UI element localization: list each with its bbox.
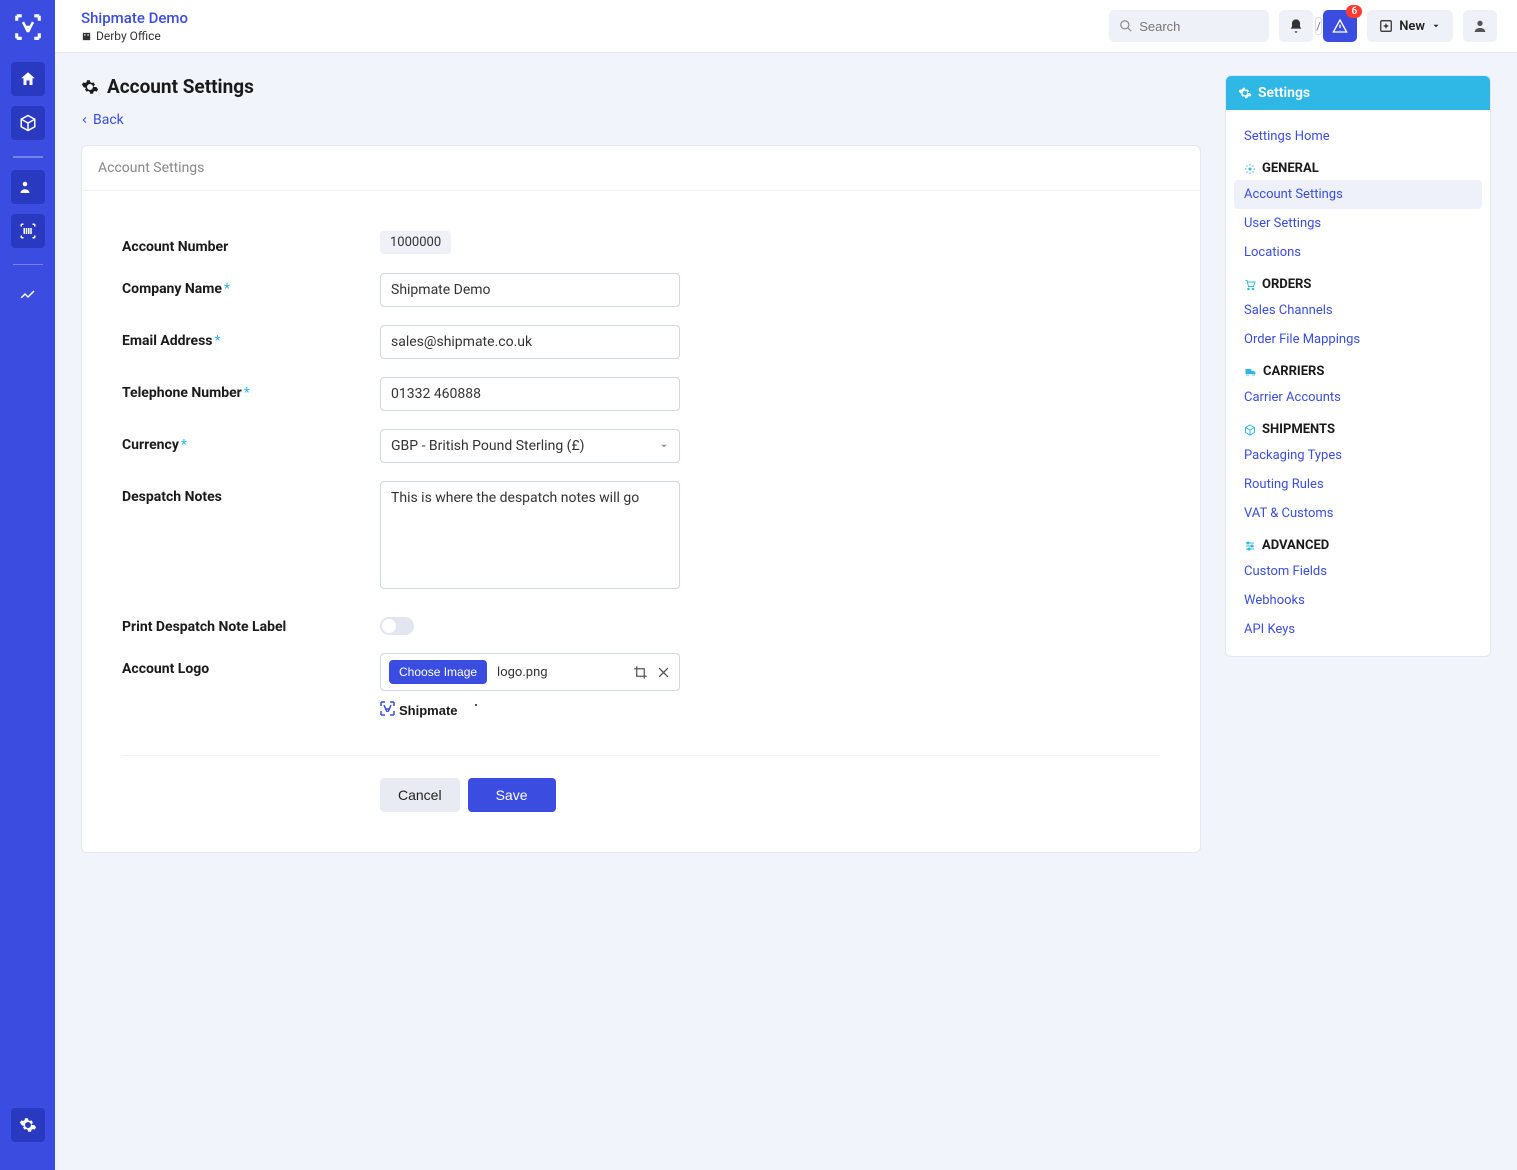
currency-select[interactable]: GBP - British Pound Sterling (£) <box>380 429 680 463</box>
sidebar-item-packages[interactable] <box>11 106 45 140</box>
sidebar-item-home[interactable] <box>11 62 45 96</box>
brand-title[interactable]: Shipmate Demo <box>81 9 1109 27</box>
panel-section-advanced: ADVANCED <box>1234 528 1482 557</box>
sliders-icon <box>1244 540 1256 552</box>
bell-icon <box>1288 18 1304 34</box>
logo-preview: Shipmate <box>380 701 680 725</box>
search-input-wrapper[interactable]: / <box>1109 10 1269 42</box>
label-logo: Account Logo <box>122 653 380 677</box>
panel-link-custom-fields[interactable]: Custom Fields <box>1234 557 1482 586</box>
panel-link-home[interactable]: Settings Home <box>1234 122 1482 151</box>
plus-icon <box>1379 19 1393 33</box>
label-company: Company Name* <box>122 273 380 297</box>
print-toggle[interactable] <box>380 617 414 635</box>
settings-card: Account Settings Account Number 1000000 … <box>81 145 1201 853</box>
barcode-icon <box>19 222 37 240</box>
panel-link-vat-customs[interactable]: VAT & Customs <box>1234 499 1482 528</box>
account-number-value: 1000000 <box>380 231 451 254</box>
label-despatch: Despatch Notes <box>122 481 380 505</box>
save-button[interactable]: Save <box>468 778 556 812</box>
users-icon <box>19 178 37 196</box>
panel-section-carriers: CARRIERS <box>1234 354 1482 383</box>
despatch-notes-input[interactable]: This is where the despatch notes will go <box>380 481 680 589</box>
back-link[interactable]: Back <box>81 112 124 128</box>
choose-image-button[interactable]: Choose Image <box>389 660 487 684</box>
form-divider <box>122 755 1160 756</box>
gear-icon <box>1244 163 1256 175</box>
card-header: Account Settings <box>82 146 1200 191</box>
panel-link-packaging-types[interactable]: Packaging Types <box>1234 441 1482 470</box>
chevron-down-icon <box>659 441 669 451</box>
panel-link-routing-rules[interactable]: Routing Rules <box>1234 470 1482 499</box>
alerts-button[interactable]: 6 <box>1323 10 1357 42</box>
sidebar-item-settings[interactable] <box>11 1108 45 1142</box>
company-name-input[interactable] <box>380 273 680 307</box>
box-icon <box>1244 424 1256 436</box>
package-icon <box>19 114 37 132</box>
truck-icon <box>1244 366 1257 378</box>
building-icon <box>81 31 92 42</box>
sidebar-divider-2 <box>13 264 43 266</box>
panel-link-order-file-mappings[interactable]: Order File Mappings <box>1234 325 1482 354</box>
chevron-left-icon <box>81 115 89 125</box>
panel-link-api-keys[interactable]: API Keys <box>1234 615 1482 644</box>
warning-icon <box>1332 18 1348 34</box>
sidebar-divider <box>13 156 43 158</box>
phone-input[interactable] <box>380 377 680 411</box>
new-button[interactable]: New <box>1367 10 1453 42</box>
panel-link-sales-channels[interactable]: Sales Channels <box>1234 296 1482 325</box>
sidebar <box>0 0 55 1170</box>
gear-icon <box>1238 86 1252 100</box>
panel-link-locations[interactable]: Locations <box>1234 238 1482 267</box>
file-name: logo.png <box>497 665 623 680</box>
label-account-number: Account Number <box>122 231 380 255</box>
panel-section-general: GENERAL <box>1234 151 1482 180</box>
panel-link-carrier-accounts[interactable]: Carrier Accounts <box>1234 383 1482 412</box>
profile-button[interactable] <box>1463 10 1497 42</box>
app-logo <box>13 12 43 42</box>
label-print: Print Despatch Note Label <box>122 611 380 635</box>
brand-subtitle: Derby Office <box>81 29 1109 43</box>
panel-link-user-settings[interactable]: User Settings <box>1234 209 1482 238</box>
file-input-row: Choose Image logo.png <box>380 653 680 691</box>
notifications-button[interactable] <box>1279 10 1313 42</box>
close-icon[interactable] <box>656 665 671 680</box>
chart-icon <box>19 285 37 303</box>
topbar: Shipmate Demo Derby Office / 6 <box>55 0 1517 53</box>
crop-icon[interactable] <box>633 665 648 680</box>
home-icon <box>19 70 37 88</box>
panel-header: Settings <box>1226 76 1490 110</box>
email-input[interactable] <box>380 325 680 359</box>
page-title: Account Settings <box>81 75 1201 98</box>
label-currency: Currency* <box>122 429 380 453</box>
gear-icon <box>19 1116 37 1134</box>
search-icon <box>1119 19 1133 33</box>
panel-link-webhooks[interactable]: Webhooks <box>1234 586 1482 615</box>
cancel-button[interactable]: Cancel <box>380 778 460 812</box>
sidebar-item-users[interactable] <box>11 170 45 204</box>
label-phone: Telephone Number* <box>122 377 380 401</box>
user-icon <box>1472 18 1488 34</box>
chevron-down-icon <box>1431 21 1441 31</box>
search-shortcut: / <box>1315 17 1322 35</box>
svg-text:Shipmate: Shipmate <box>399 703 458 718</box>
panel-link-account-settings[interactable]: Account Settings <box>1234 180 1482 209</box>
alert-badge: 6 <box>1346 5 1362 18</box>
sidebar-item-scan[interactable] <box>11 214 45 248</box>
cart-icon <box>1244 279 1256 291</box>
gear-icon <box>81 78 99 96</box>
label-email: Email Address* <box>122 325 380 349</box>
settings-panel: Settings Settings Home GENERAL Account S… <box>1225 75 1491 657</box>
sidebar-item-analytics[interactable] <box>11 277 45 311</box>
panel-section-shipments: SHIPMENTS <box>1234 412 1482 441</box>
panel-section-orders: ORDERS <box>1234 267 1482 296</box>
